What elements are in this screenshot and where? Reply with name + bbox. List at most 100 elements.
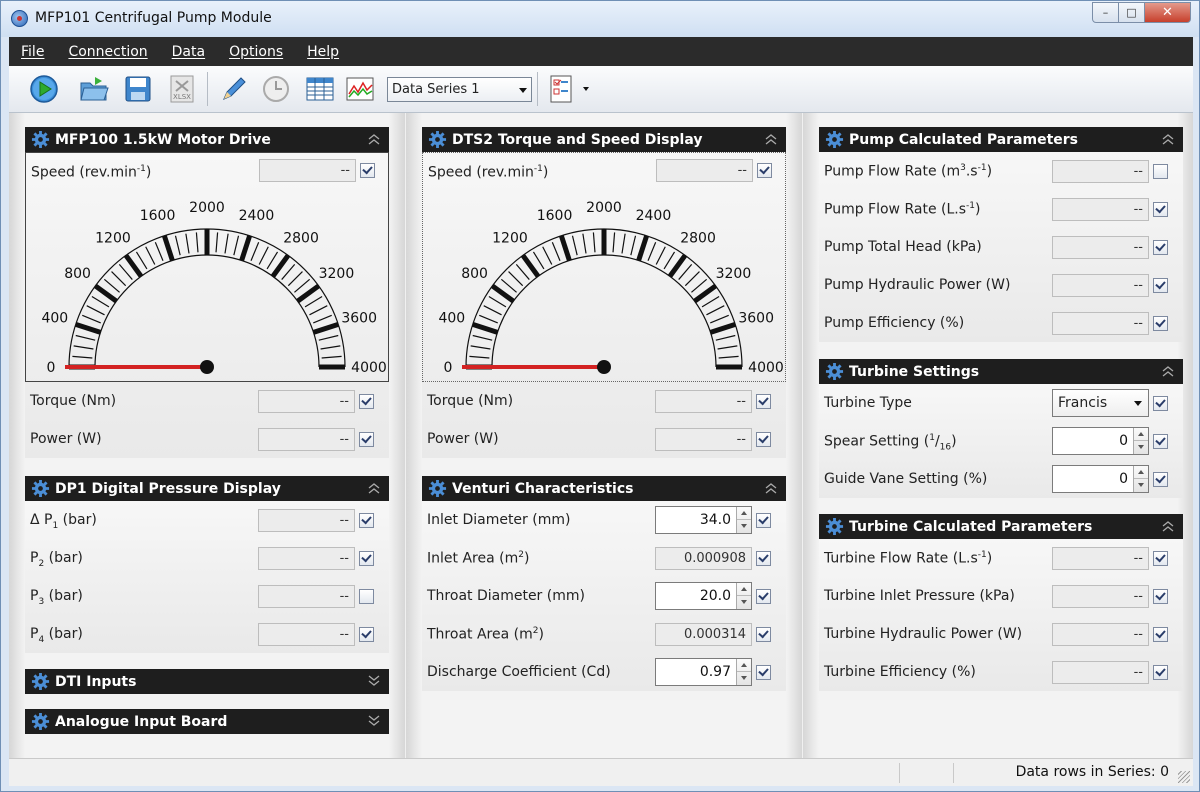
p3-checkbox[interactable] [359,589,374,604]
collapse-chevron-icon[interactable] [763,481,779,495]
report-dropdown-arrow-icon[interactable] [583,87,589,91]
maximize-button[interactable]: □ [1119,2,1145,23]
torque-checkbox[interactable] [359,394,374,409]
collapse-chevron-icon[interactable] [1160,132,1176,146]
gauge-tick-label: 2000 [189,200,225,216]
guide-vane-input[interactable]: 0 [1052,465,1149,493]
gauge-tick-label: 2400 [636,208,672,224]
gauge-major-tick [239,234,253,262]
power-value: -- [258,428,355,451]
menu-options[interactable]: Options [229,44,283,60]
menu-connection[interactable]: Connection [68,44,147,60]
speed-checkbox[interactable] [360,163,375,178]
spinner-icon[interactable] [736,507,751,533]
column-middle: DTS2 Torque and Speed Display Speed (rev… [406,113,802,758]
pump-head-checkbox[interactable] [1153,240,1168,255]
panel-header[interactable]: Turbine Settings [819,359,1183,384]
gauge-minor-tick [294,278,311,293]
collapse-chevron-icon[interactable] [366,132,382,146]
close-button[interactable]: ✕ [1145,2,1191,23]
save-icon[interactable] [123,74,153,104]
spinner-icon[interactable] [736,583,751,609]
minimize-button[interactable]: – [1092,2,1119,23]
inlet-diameter-checkbox[interactable] [756,513,771,528]
gauge-tick-label: 3200 [319,266,355,282]
menu-file[interactable]: File [21,44,44,60]
table-icon[interactable] [305,74,335,104]
resize-grip-icon[interactable] [1178,771,1190,783]
turbine-hydraulic-power-checkbox[interactable] [1153,627,1168,642]
discharge-coefficient-checkbox[interactable] [756,665,771,680]
expand-chevron-icon[interactable] [366,714,382,728]
expand-chevron-icon[interactable] [366,674,382,688]
spear-setting-input[interactable]: 0 [1052,427,1149,455]
panel-header[interactable]: Venturi Characteristics [422,476,786,501]
inlet-area-checkbox[interactable] [756,551,771,566]
panel-header[interactable]: Pump Calculated Parameters [819,127,1183,152]
discharge-coefficient-input[interactable]: 0.97 [655,658,752,686]
gauge-minor-tick [500,278,517,293]
gauge-tick-label: 1200 [492,231,528,247]
panel-title: MFP100 1.5kW Motor Drive [55,131,271,148]
open-folder-icon[interactable] [79,74,109,104]
clock-icon[interactable] [261,74,291,104]
play-icon[interactable] [29,74,59,104]
spear-setting-checkbox[interactable] [1153,434,1168,449]
dts-speed-checkbox[interactable] [757,163,772,178]
collapse-chevron-icon[interactable] [763,132,779,146]
turbine-type-select[interactable]: Francis [1052,389,1149,417]
spinner-icon[interactable] [736,659,751,685]
turbine-type-checkbox[interactable] [1153,396,1168,411]
spinner-icon[interactable] [1133,466,1148,492]
pump-hydraulic-power-checkbox[interactable] [1153,278,1168,293]
panel-header[interactable]: Analogue Input Board [25,709,389,734]
gauge-minor-tick [663,251,676,270]
pump-flow-ls-checkbox[interactable] [1153,202,1168,217]
pencil-icon[interactable] [219,74,249,104]
data-series-select[interactable]: Data Series 1 [387,77,532,102]
guide-vane-checkbox[interactable] [1153,472,1168,487]
menu-help[interactable]: Help [307,44,339,60]
collapse-chevron-icon[interactable] [366,481,382,495]
pump-flow-m3-checkbox[interactable] [1153,164,1168,179]
gauge-tick-label: 1600 [140,208,176,224]
gauge-tick-label: 3600 [738,311,774,327]
panel-header[interactable]: DTI Inputs [25,669,389,694]
export-xlsx-icon[interactable]: XLSX [167,74,197,104]
gauge-minor-tick [630,235,637,256]
pump-efficiency-checkbox[interactable] [1153,316,1168,331]
chart-icon[interactable] [345,74,375,104]
inlet-area-value: 0.000908 [655,547,752,570]
throat-diameter-checkbox[interactable] [756,589,771,604]
p4-value: -- [258,623,355,646]
gauge-major-tick [490,283,515,304]
dp1-checkbox[interactable] [359,513,374,528]
turbine-efficiency-checkbox[interactable] [1153,665,1168,680]
panel-header[interactable]: DP1 Digital Pressure Display [25,476,389,501]
turbine-inlet-pressure-value: -- [1052,585,1149,608]
turbine-flow-checkbox[interactable] [1153,551,1168,566]
p4-checkbox[interactable] [359,627,374,642]
panel-header[interactable]: MFP100 1.5kW Motor Drive [25,127,389,152]
spinner-icon[interactable] [1133,428,1148,454]
dts-torque-checkbox[interactable] [756,394,771,409]
gauge-tick-label: 800 [461,266,488,282]
power-checkbox[interactable] [359,432,374,447]
turbine-inlet-pressure-checkbox[interactable] [1153,589,1168,604]
throat-diameter-input[interactable]: 20.0 [655,582,752,610]
panel-header[interactable]: Turbine Calculated Parameters [819,514,1183,539]
gear-icon [31,130,50,149]
menu-data[interactable]: Data [172,44,205,60]
inlet-diameter-input[interactable]: 34.0 [655,506,752,534]
collapse-chevron-icon[interactable] [1160,519,1176,533]
report-icon[interactable] [547,74,577,104]
p2-checkbox[interactable] [359,551,374,566]
throat-area-checkbox[interactable] [756,627,771,642]
panel-header[interactable]: DTS2 Torque and Speed Display [422,127,786,152]
collapse-chevron-icon[interactable] [1160,364,1176,378]
dts-power-checkbox[interactable] [756,432,771,447]
param-row: Throat Area (m2) 0.000314 [422,615,786,653]
gauge-inner-arc [491,254,717,368]
param-label: Speed (rev.min-1) [31,164,152,181]
gauge-minor-tick [281,263,296,280]
